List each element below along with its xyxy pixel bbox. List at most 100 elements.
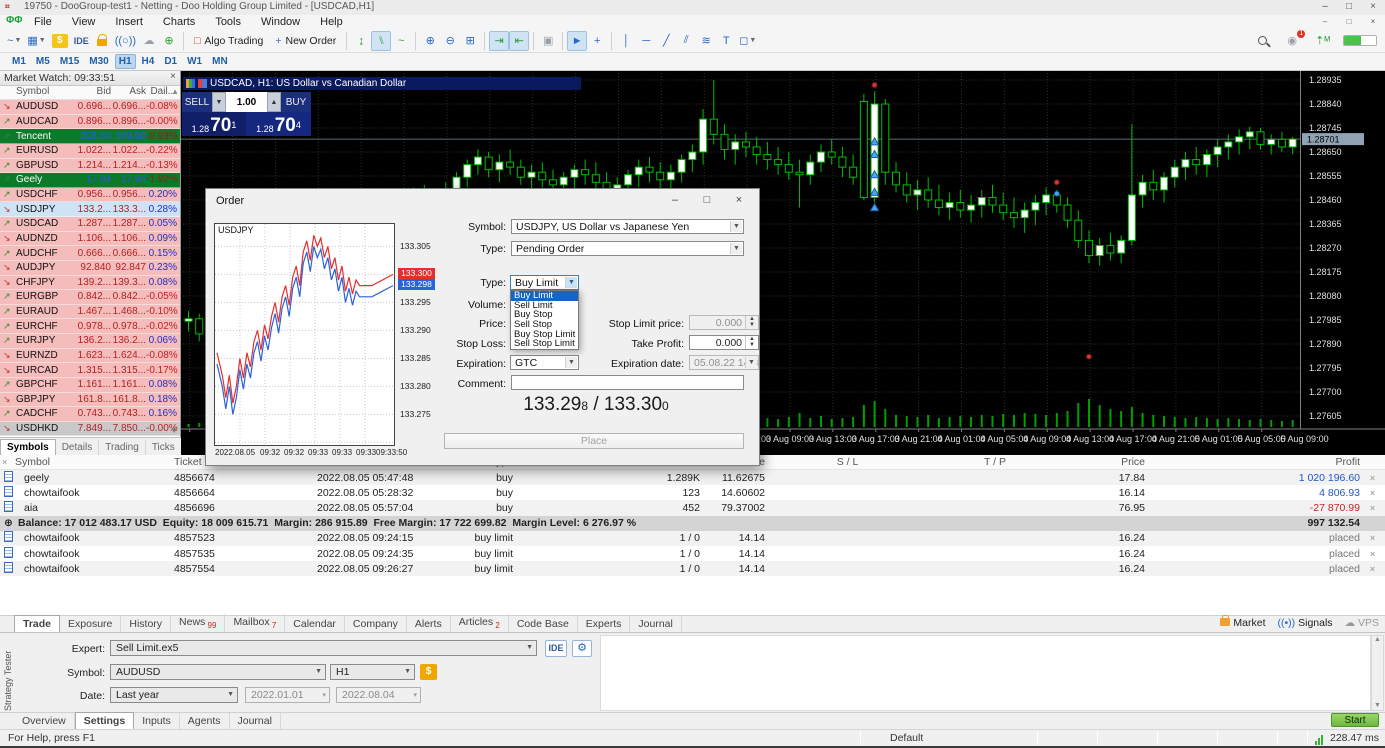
menu-window[interactable]: Window	[251, 15, 310, 29]
community-icon[interactable]: ⊕	[159, 31, 179, 51]
tester-gear-icon[interactable]: ⚙	[572, 640, 592, 657]
algo-trading-button[interactable]: □Algo Trading	[188, 31, 269, 51]
cursor-icon[interactable]: ►	[567, 31, 587, 51]
tester-tab-overview[interactable]: Overview	[14, 713, 75, 729]
expiration-date-input[interactable]: 05.08.22 14:32▼	[689, 355, 759, 370]
trade-col-price[interactable]: Price	[1060, 456, 1145, 468]
menu-tools[interactable]: Tools	[205, 15, 251, 29]
vps-link[interactable]: ☁ VPS	[1345, 617, 1379, 629]
market-watch-row[interactable]: ↘EURNZD1.623...1.624...-0.08%	[0, 349, 180, 364]
market-watch-row[interactable]: ↘USDJPY133.2...133.3...0.28%	[0, 202, 180, 217]
timeframe-m30[interactable]: M30	[85, 54, 112, 69]
market-watch-row[interactable]: ↗EURJPY136.2...136.2...0.06%	[0, 334, 180, 349]
col-bid[interactable]: Bid	[72, 86, 111, 99]
close-position-icon[interactable]: ×	[1360, 503, 1385, 513]
market-watch-row[interactable]: ↗AUDCAD0.896...0.896...-0.00%	[0, 115, 180, 130]
mw-tab-details[interactable]: Details	[56, 440, 100, 455]
volume-input[interactable]: 1.00	[226, 92, 267, 112]
buy-price[interactable]: 1.28704	[246, 112, 311, 136]
new-chart-icon[interactable]: ~▼	[4, 31, 24, 51]
auto-scroll-icon[interactable]: ⇥	[489, 31, 509, 51]
tile-windows-icon[interactable]: ⊞	[460, 31, 480, 51]
crosshair-icon[interactable]: +	[587, 31, 607, 51]
tester-tab-inputs[interactable]: Inputs	[134, 713, 180, 729]
mw-tab-trading[interactable]: Trading	[99, 440, 146, 455]
timeframe-h1[interactable]: H1	[115, 54, 136, 69]
child-minimize-button[interactable]: –	[1313, 15, 1337, 29]
close-position-icon[interactable]: ×	[1360, 473, 1385, 483]
close-position-icon[interactable]: ×	[1360, 564, 1385, 574]
order-dialog-titlebar[interactable]: Order – □ ×	[206, 189, 759, 213]
buy-button[interactable]: BUY	[281, 92, 311, 112]
scroll-up-icon[interactable]: ▲	[171, 87, 179, 96]
tester-tab-settings[interactable]: Settings	[75, 712, 134, 729]
close-position-icon[interactable]: ×	[1360, 533, 1385, 543]
date-range-select[interactable]: Last year▼	[110, 687, 238, 703]
child-restore-button[interactable]: □	[1337, 15, 1361, 29]
market-watch-row[interactable]: ↗GBPCHF1.161...1.161...0.08%	[0, 378, 180, 393]
timeframe-mn[interactable]: MN	[208, 54, 232, 69]
toolbox-tab-trade[interactable]: Trade	[14, 615, 60, 632]
ide-icon[interactable]: IDE	[71, 31, 92, 51]
market-watch-row[interactable]: ↗USDCHF0.956...0.956...0.20%	[0, 188, 180, 203]
trade-table-row[interactable]: chowtaifook48575352022.08.05 09:24:35buy…	[0, 546, 1385, 561]
toolbox-tab-company[interactable]: Company	[345, 616, 407, 632]
tester-scrollbar[interactable]: ▲▼	[1371, 635, 1384, 711]
vps-cloud-icon[interactable]: ☁	[139, 31, 159, 51]
symbol-select[interactable]: USDJPY, US Dollar vs Japanese Yen▼	[511, 219, 744, 234]
toolbox-tab-exposure[interactable]: Exposure	[60, 616, 121, 632]
menu-view[interactable]: View	[62, 15, 106, 29]
ide-button[interactable]: IDE	[545, 640, 567, 657]
market-watch-row[interactable]: ↘AUDNZD1.106...1.106...0.09%	[0, 232, 180, 247]
market-watch-row[interactable]: ↗EURUSD1.022...1.022...-0.22%	[0, 144, 180, 159]
tester-period-select[interactable]: H1▼	[330, 664, 415, 680]
timeframe-m5[interactable]: M5	[32, 54, 54, 69]
toolbox-tab-code-base[interactable]: Code Base	[509, 616, 578, 632]
toolbox-tab-journal[interactable]: Journal	[630, 616, 681, 632]
place-button[interactable]: Place	[444, 433, 744, 449]
fibonacci-icon[interactable]: ≋	[696, 31, 716, 51]
trade-table-row[interactable]: aia48566962022.08.05 05:57:04buy45279.37…	[0, 500, 1385, 515]
channel-icon[interactable]: ⫽	[676, 31, 696, 51]
mw-tab-ticks[interactable]: Ticks	[146, 440, 182, 455]
market-link[interactable]: Market	[1220, 617, 1265, 629]
restore-button[interactable]: □	[1337, 0, 1361, 14]
trade-col-profit[interactable]: Profit	[1145, 456, 1360, 468]
vertical-line-icon[interactable]: │	[616, 31, 636, 51]
new-order-button[interactable]: +New Order	[269, 31, 342, 51]
lock-icon[interactable]	[92, 31, 112, 51]
dialog-minimize-button[interactable]: –	[659, 191, 691, 209]
signals-link[interactable]: ((•)) Signals	[1278, 617, 1333, 629]
toolbox-tab-calendar[interactable]: Calendar	[285, 616, 345, 632]
toolbox-tab-experts[interactable]: Experts	[578, 616, 631, 632]
market-watch-row[interactable]: ↗EURAUD1.467...1.468...-0.10%	[0, 305, 180, 320]
sell-price[interactable]: 1.28701	[182, 112, 246, 136]
broadcast-icon[interactable]: ((○))	[112, 31, 139, 51]
zoom-in-icon[interactable]: ⊕	[420, 31, 440, 51]
quotes-icon[interactable]: $	[49, 31, 71, 51]
type-option-sell-stop-limit[interactable]: Sell Stop Limit	[511, 339, 578, 349]
date-to-input[interactable]: 2022.08.04▾	[336, 687, 421, 703]
levels-icon[interactable]: ⇡ᴹ	[1312, 31, 1333, 51]
toolbox-tab-articles[interactable]: Articles 2	[451, 614, 509, 632]
menu-help[interactable]: Help	[310, 15, 353, 29]
trendline-icon[interactable]: ╱	[656, 31, 676, 51]
menu-charts[interactable]: Charts	[153, 15, 205, 29]
market-watch-row[interactable]: ↘EURCAD1.315...1.315...-0.17%	[0, 363, 180, 378]
shapes-icon[interactable]: ◻▼	[736, 31, 759, 51]
market-watch-row[interactable]: ↘GBPJPY161.8...161.8...0.18%	[0, 393, 180, 408]
trade-col-symbol[interactable]: Symbol	[0, 456, 158, 468]
mw-tab-symbols[interactable]: Symbols	[0, 439, 56, 455]
market-watch-row[interactable]: ↗Tencent308.60309.00-0.93%	[0, 129, 180, 144]
market-watch-row[interactable]: ↘AUDUSD0.696...0.696...-0.08%	[0, 100, 180, 115]
connection-toggle[interactable]	[1343, 35, 1377, 46]
market-watch-row[interactable]: ↗EURGBP0.842...0.842...-0.05%	[0, 290, 180, 305]
menu-file[interactable]: File	[24, 15, 62, 29]
tester-symbol-select[interactable]: AUDUSD▼	[110, 664, 326, 680]
comment-input[interactable]	[511, 375, 744, 390]
market-watch-row[interactable]: ↘AUDJPY92.84092.8470.23%	[0, 261, 180, 276]
close-position-icon[interactable]: ×	[1360, 488, 1385, 498]
horizontal-line-icon[interactable]: ─	[636, 31, 656, 51]
balance-expand-icon[interactable]: ⊕	[0, 517, 18, 529]
line-chart-icon[interactable]: ~	[391, 31, 411, 51]
